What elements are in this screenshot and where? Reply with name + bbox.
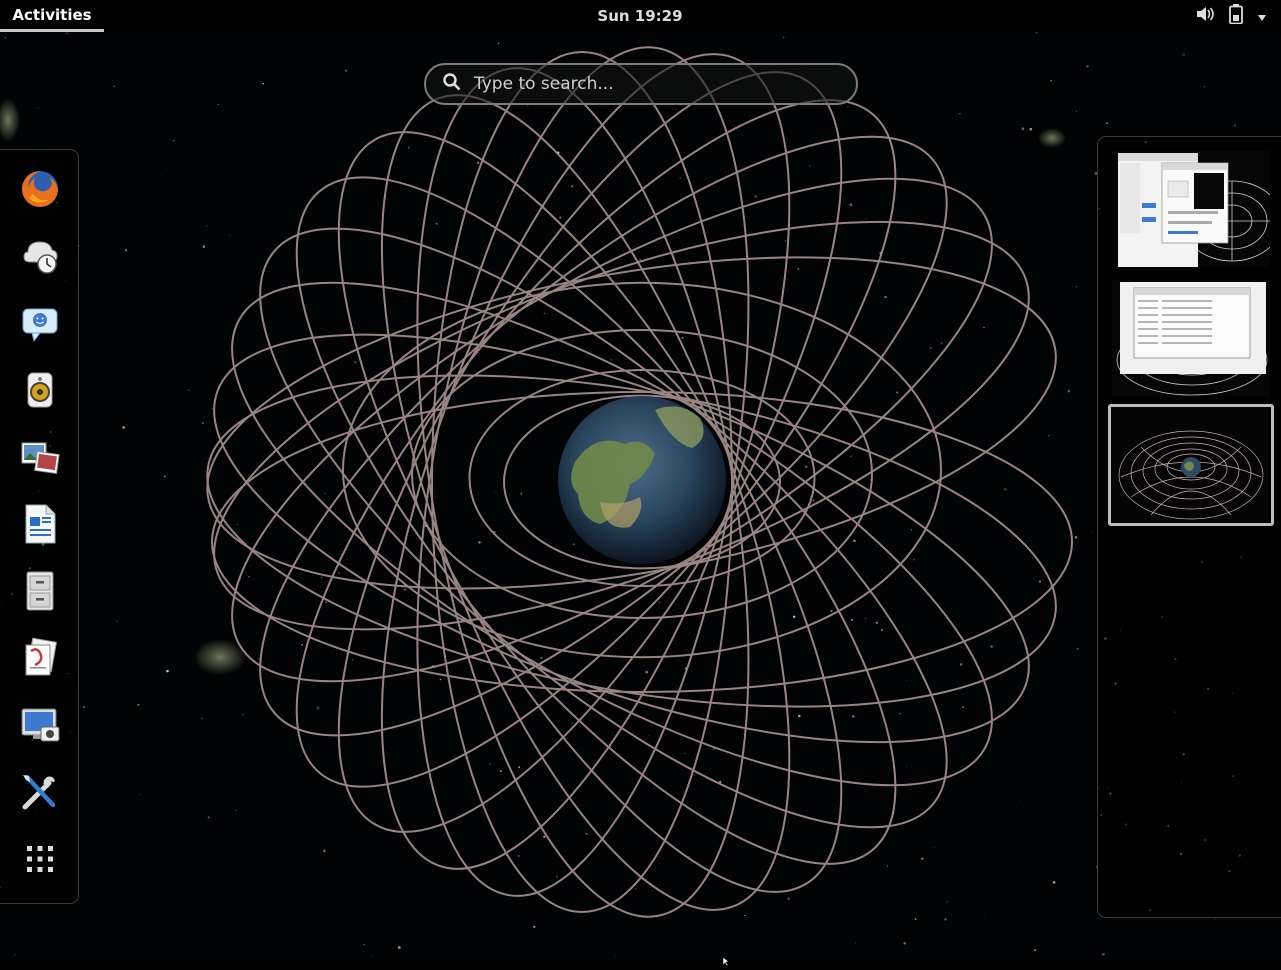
dash-item-backup[interactable] — [12, 228, 68, 284]
photos-icon — [21, 442, 60, 474]
battery-icon — [1229, 4, 1243, 28]
chat-bubble-icon — [22, 308, 58, 343]
workspace-thumbnail-1[interactable] — [1112, 151, 1270, 267]
dash-item-screenshot[interactable] — [12, 697, 68, 753]
dash-item-tweak-tool[interactable] — [12, 764, 68, 820]
dash-item-writer[interactable] — [12, 496, 68, 552]
desktop: Activities Sun 19:29 — [0, 0, 1281, 967]
file-cabinet-icon — [26, 571, 54, 611]
dash — [0, 149, 79, 904]
screenshot-icon — [21, 708, 60, 742]
system-status-area[interactable] — [1195, 0, 1267, 32]
dash-item-firefox[interactable] — [12, 161, 68, 217]
search-box[interactable] — [424, 63, 858, 105]
system-menu-arrow-icon — [1257, 7, 1267, 26]
dash-item-chat[interactable] — [12, 295, 68, 351]
volume-icon — [1195, 5, 1215, 27]
tools-icon — [22, 774, 56, 810]
search-input[interactable] — [472, 73, 836, 95]
activities-button[interactable]: Activities — [0, 0, 104, 32]
workspace-thumbnail-3-active[interactable] — [1108, 404, 1274, 526]
top-bar: Activities Sun 19:29 — [0, 0, 1281, 32]
dash-item-photos[interactable] — [12, 429, 68, 485]
dash-item-rhythmbox[interactable] — [12, 362, 68, 418]
search-icon — [442, 72, 462, 96]
speaker-icon — [27, 372, 53, 408]
workspace-switcher — [1097, 136, 1281, 918]
documents-icon — [25, 637, 58, 676]
backup-clock-icon — [23, 241, 58, 274]
earth-globe — [558, 396, 726, 564]
overview-background — [0, 32, 1281, 961]
firefox-icon — [22, 171, 58, 207]
workspace-thumbnail-2[interactable] — [1112, 280, 1270, 396]
wallpaper-earth-net — [0, 32, 1281, 961]
document-writer-icon — [25, 504, 56, 544]
dash-item-document-viewer[interactable] — [12, 630, 68, 686]
show-applications-button[interactable] — [12, 831, 68, 887]
clock[interactable]: Sun 19:29 — [540, 0, 740, 32]
app-grid-icon — [27, 846, 53, 872]
dash-item-files[interactable] — [12, 563, 68, 619]
